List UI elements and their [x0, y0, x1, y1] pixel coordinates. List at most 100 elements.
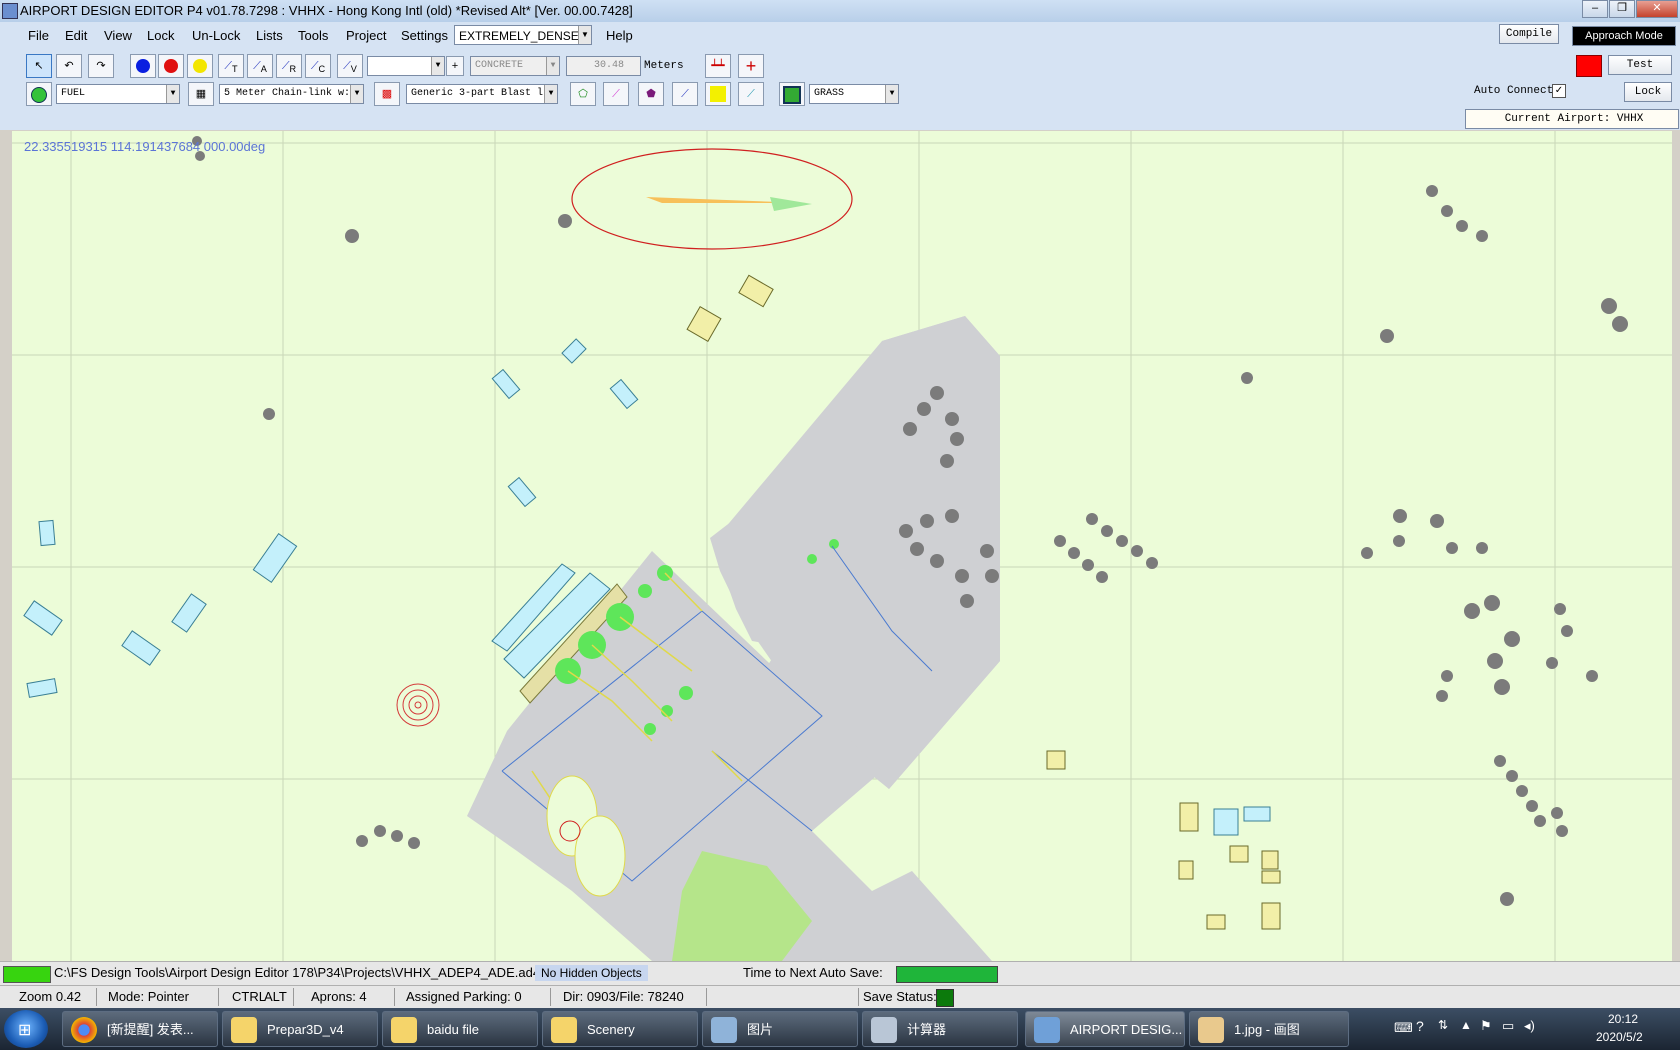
- menu-lock[interactable]: Lock: [147, 28, 174, 43]
- menu-settings[interactable]: Settings: [401, 28, 448, 43]
- edge-tool-button[interactable]: ⟋: [672, 82, 698, 106]
- progress-indicator: [3, 966, 51, 983]
- surface-select[interactable]: CONCRETE ▼: [470, 56, 560, 76]
- taskbar-item-baidu[interactable]: baidu file: [382, 1011, 538, 1047]
- measure-button[interactable]: ┷┷: [705, 54, 731, 78]
- airport-map[interactable]: [12, 131, 1672, 961]
- clock-date[interactable]: 2020/5/2: [1596, 1030, 1643, 1044]
- gate-tool-button[interactable]: ⬟: [638, 82, 664, 106]
- taskbar-label: [新提醒] 发表...: [107, 1022, 194, 1037]
- c-link-icon: ⟋: [310, 60, 319, 72]
- map-canvas[interactable]: 22.335519315 114.191437684 000.00deg: [12, 131, 1672, 961]
- runway-link-icon: ⟋: [281, 60, 290, 72]
- window-title: AIRPORT DESIGN EDITOR P4 v01.78.7298 : V…: [20, 3, 633, 18]
- yellow-square-icon: [710, 86, 726, 102]
- menu-bar: File Edit View Lock Un-Lock Lists Tools …: [0, 22, 1680, 50]
- zoom-level: Zoom 0.42: [19, 989, 82, 1004]
- flag-icon[interactable]: ⚑: [1480, 1018, 1492, 1034]
- clock-time[interactable]: 20:12: [1608, 1012, 1638, 1026]
- folder-icon: [391, 1017, 417, 1043]
- taskbar-item-paint[interactable]: 1.jpg - 画图: [1189, 1011, 1349, 1047]
- blast-select[interactable]: Generic 3-part Blast l ▼: [406, 84, 558, 104]
- taskbar-item-chrome[interactable]: [新提醒] 发表...: [62, 1011, 218, 1047]
- blast-value: Generic 3-part Blast l: [411, 88, 544, 99]
- v-link-button[interactable]: ⟋V: [337, 54, 363, 78]
- ctrl-indicator: CTRL: [232, 989, 266, 1004]
- menu-unlock[interactable]: Un-Lock: [192, 28, 240, 43]
- mode-indicator: Mode: Pointer: [108, 989, 189, 1004]
- taskbar-item-pictures[interactable]: 图片: [702, 1011, 858, 1047]
- taskbar-label: 计算器: [907, 1022, 947, 1037]
- menu-lists[interactable]: Lists: [256, 28, 283, 43]
- apron-link-button[interactable]: ⟋A: [247, 54, 273, 78]
- menu-tools[interactable]: Tools: [298, 28, 328, 43]
- taskbar-label: Scenery: [587, 1022, 635, 1037]
- dir-file-info: Dir: 0903/File: 78240: [563, 989, 684, 1004]
- taxi-link-button[interactable]: ⟋T: [218, 54, 244, 78]
- blue-node-button[interactable]: [130, 54, 156, 78]
- test-button[interactable]: Test: [1608, 55, 1672, 75]
- fence-tool-button[interactable]: ▦: [188, 82, 214, 106]
- crosshair-icon: +: [745, 56, 757, 76]
- line-tool-button[interactable]: ⟋: [603, 82, 629, 106]
- show-hidden-icon[interactable]: ▲: [1460, 1018, 1472, 1032]
- window-controls: ‒ ❐ ✕: [1581, 0, 1678, 18]
- checker-icon: ▩: [381, 88, 393, 100]
- status-color-swatch[interactable]: [1576, 55, 1602, 77]
- apron-link-icon: ⟋: [253, 60, 261, 72]
- grass-value: GRASS: [814, 88, 845, 99]
- density-value: EXTREMELY_DENSE: [459, 29, 579, 43]
- redo-button[interactable]: ↷: [88, 54, 114, 78]
- menu-edit[interactable]: Edit: [65, 28, 87, 43]
- grass-select[interactable]: GRASS ▼: [809, 84, 899, 104]
- fuel-tool-button[interactable]: [26, 82, 52, 106]
- menu-view[interactable]: View: [104, 28, 132, 43]
- surface-value: CONCRETE: [475, 60, 524, 71]
- crosshair-button[interactable]: +: [738, 54, 764, 78]
- taskbar-item-calculator[interactable]: 计算器: [862, 1011, 1018, 1047]
- pointer-tool-button[interactable]: ↖: [26, 54, 52, 78]
- add-button[interactable]: +: [446, 56, 464, 76]
- start-button[interactable]: ⊞: [4, 1010, 48, 1048]
- grass-area-icon: [783, 86, 801, 104]
- yellow-node-button[interactable]: [187, 54, 213, 78]
- close-button[interactable]: ✕: [1636, 0, 1678, 18]
- volume-icon[interactable]: ◂): [1524, 1018, 1535, 1034]
- c-link-button[interactable]: ⟋C: [305, 54, 331, 78]
- taskbar-item-scenery[interactable]: Scenery: [542, 1011, 698, 1047]
- autosave-progress: [896, 966, 998, 983]
- yellow-fill-button[interactable]: [705, 82, 731, 106]
- link-label: A: [260, 64, 267, 75]
- grass-tool-button[interactable]: [779, 82, 805, 106]
- undo-button[interactable]: ↶: [56, 54, 82, 78]
- monitor-icon[interactable]: ▭: [1502, 1018, 1514, 1034]
- chevron-down-icon: ▼: [431, 57, 444, 75]
- assigned-parking: Assigned Parking: 0: [406, 989, 522, 1004]
- approach-mode-button[interactable]: Approach Mode: [1572, 26, 1676, 46]
- red-node-button[interactable]: [158, 54, 184, 78]
- width-stepper[interactable]: 30.48: [566, 56, 641, 76]
- restore-button[interactable]: ❐: [1609, 0, 1635, 18]
- menu-file[interactable]: File: [28, 28, 49, 43]
- lock-button[interactable]: Lock: [1624, 82, 1672, 102]
- compile-button[interactable]: Compile: [1499, 24, 1559, 44]
- fuel-select[interactable]: FUEL ▼: [56, 84, 180, 104]
- menu-project[interactable]: Project: [346, 28, 386, 43]
- runway-link-button[interactable]: ⟋R: [276, 54, 302, 78]
- auto-connect-checkbox[interactable]: ✓: [1552, 84, 1566, 98]
- blast-tool-button[interactable]: ▩: [374, 82, 400, 106]
- menu-help[interactable]: Help: [606, 28, 633, 43]
- fence-select[interactable]: 5 Meter Chain-link w: ▼: [219, 84, 364, 104]
- density-select[interactable]: EXTREMELY_DENSE ▼: [454, 25, 592, 45]
- taskbar-item-prepar3d[interactable]: Prepar3D_v4: [222, 1011, 378, 1047]
- link-type-select[interactable]: ▼: [367, 56, 445, 76]
- taskbar-item-ade[interactable]: AIRPORT DESIG...: [1025, 1011, 1185, 1047]
- polygon-tool-button[interactable]: ⬠: [570, 82, 596, 106]
- help-icon[interactable]: ?: [1416, 1018, 1424, 1034]
- minimize-button[interactable]: ‒: [1582, 0, 1608, 18]
- keyboard-icon[interactable]: ⌨: [1394, 1020, 1413, 1036]
- network-icon[interactable]: ⇅: [1438, 1018, 1448, 1032]
- diagonal-tool-button[interactable]: ⟋: [738, 82, 764, 106]
- yellow-node-icon: [193, 59, 207, 73]
- chevron-down-icon: ▼: [578, 26, 591, 44]
